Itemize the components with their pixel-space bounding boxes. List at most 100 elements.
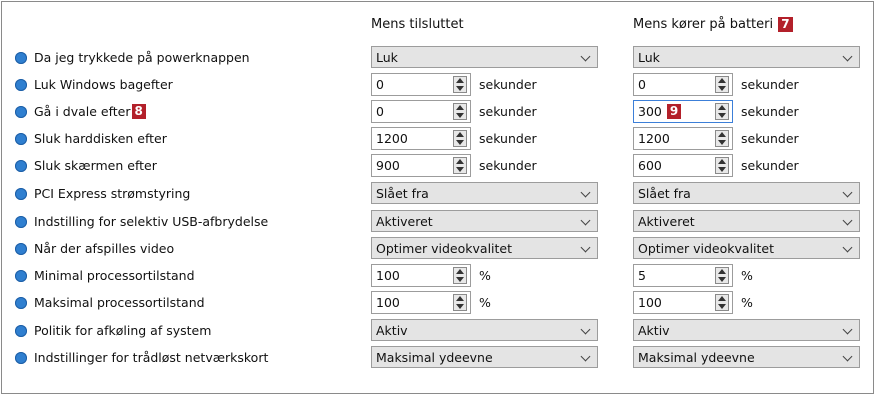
info-icon[interactable] (15, 78, 27, 91)
arrow-up-icon[interactable] (456, 159, 464, 164)
arrow-down-icon[interactable] (456, 86, 464, 91)
callout-badge: 7 (778, 17, 793, 32)
setting-label: Gå i dvale efter 8 (15, 104, 146, 119)
info-icon[interactable] (15, 105, 27, 118)
arrow-down-icon[interactable] (456, 304, 464, 309)
arrow-up-icon[interactable] (718, 159, 726, 164)
cooling-policy-dropdown-plugged-in[interactable]: Aktiv (371, 319, 598, 341)
wireless-adapter-dropdown-battery[interactable]: Maksimal ydeevne (633, 346, 860, 368)
max-processor-input-battery[interactable]: 100 (633, 291, 733, 314)
arrow-down-icon[interactable] (718, 86, 726, 91)
unit-label: % (479, 295, 491, 310)
setting-row-min-processor-state: Minimal processortilstand 100 % 5 % (0, 262, 877, 289)
chevron-down-icon (842, 51, 853, 62)
hard-disk-off-input-battery[interactable]: 1200 (633, 127, 733, 150)
chevron-down-icon (580, 324, 591, 335)
setting-row-cooling-policy: Politik for afkøling af system Aktiv Akt… (0, 317, 877, 344)
arrow-down-icon[interactable] (718, 277, 726, 282)
arrow-down-icon[interactable] (718, 167, 726, 172)
spinner-control[interactable] (715, 267, 729, 284)
spinner-control[interactable] (453, 76, 467, 93)
arrow-up-icon[interactable] (718, 269, 726, 274)
arrow-up-icon[interactable] (456, 105, 464, 110)
unit-label: % (741, 295, 753, 310)
setting-label: Når der afspilles video (15, 241, 174, 256)
arrow-up-icon[interactable] (456, 269, 464, 274)
display-off-input-battery[interactable]: 600 (633, 154, 733, 177)
shutdown-after-input-battery[interactable]: 0 (633, 73, 733, 96)
setting-label: PCI Express strømstyring (15, 186, 190, 201)
spinner-control[interactable] (453, 157, 467, 174)
arrow-down-icon[interactable] (718, 304, 726, 309)
chevron-down-icon (842, 215, 853, 226)
cooling-policy-dropdown-battery[interactable]: Aktiv (633, 319, 860, 341)
setting-row-power-button: Da jeg trykkede på powerknappen Luk Luk (0, 44, 877, 71)
spinner-control[interactable] (715, 103, 729, 120)
info-icon[interactable] (15, 269, 27, 282)
info-icon[interactable] (15, 351, 27, 364)
power-button-dropdown-plugged-in[interactable]: Luk (371, 46, 598, 68)
unit-label: sekunder (741, 104, 799, 119)
setting-label: Da jeg trykkede på powerknappen (15, 50, 250, 65)
setting-row-usb-selective-suspend: Indstilling for selektiv USB-afbrydelse … (0, 208, 877, 235)
arrow-up-icon[interactable] (456, 296, 464, 301)
unit-label: sekunder (479, 131, 537, 146)
min-processor-input-battery[interactable]: 5 (633, 264, 733, 287)
spinner-control[interactable] (715, 130, 729, 147)
video-playback-dropdown-battery[interactable]: Optimer videokvalitet (633, 237, 860, 259)
arrow-up-icon[interactable] (456, 78, 464, 83)
unit-label: sekunder (741, 77, 799, 92)
unit-label: % (741, 268, 753, 283)
unit-label: sekunder (479, 77, 537, 92)
info-icon[interactable] (15, 51, 27, 64)
pci-express-dropdown-plugged-in[interactable]: Slået fra (371, 182, 598, 204)
spinner-control[interactable] (715, 157, 729, 174)
usb-suspend-dropdown-battery[interactable]: Aktiveret (633, 210, 860, 232)
unit-label: sekunder (479, 104, 537, 119)
info-icon[interactable] (15, 159, 27, 172)
hibernate-after-input-battery[interactable]: 300 9 (633, 100, 733, 123)
arrow-down-icon[interactable] (456, 277, 464, 282)
arrow-down-icon[interactable] (456, 167, 464, 172)
hard-disk-off-input-plugged-in[interactable]: 1200 (371, 127, 471, 150)
arrow-down-icon[interactable] (718, 113, 726, 118)
spinner-control[interactable] (453, 130, 467, 147)
arrow-up-icon[interactable] (718, 105, 726, 110)
setting-row-wireless-adapter: Indstillinger for trådløst netværkskort … (0, 344, 877, 371)
info-icon[interactable] (15, 242, 27, 255)
info-icon[interactable] (15, 215, 27, 228)
chevron-down-icon (842, 187, 853, 198)
power-button-dropdown-battery[interactable]: Luk (633, 46, 860, 68)
hibernate-after-input-plugged-in[interactable]: 0 (371, 100, 471, 123)
arrow-up-icon[interactable] (718, 132, 726, 137)
max-processor-input-plugged-in[interactable]: 100 (371, 291, 471, 314)
pci-express-dropdown-battery[interactable]: Slået fra (633, 182, 860, 204)
spinner-control[interactable] (453, 294, 467, 311)
arrow-down-icon[interactable] (456, 113, 464, 118)
display-off-input-plugged-in[interactable]: 900 (371, 154, 471, 177)
info-icon[interactable] (15, 187, 27, 200)
arrow-up-icon[interactable] (718, 296, 726, 301)
wireless-adapter-dropdown-plugged-in[interactable]: Maksimal ydeevne (371, 346, 598, 368)
info-icon[interactable] (15, 132, 27, 145)
column-header-battery: Mens kører på batteri 7 (633, 17, 793, 32)
shutdown-after-input-plugged-in[interactable]: 0 (371, 73, 471, 96)
arrow-down-icon[interactable] (718, 140, 726, 145)
info-icon[interactable] (15, 324, 27, 337)
video-playback-dropdown-plugged-in[interactable]: Optimer videokvalitet (371, 237, 598, 259)
spinner-control[interactable] (453, 267, 467, 284)
setting-label: Politik for afkøling af system (15, 323, 211, 338)
info-icon[interactable] (15, 296, 27, 309)
arrow-up-icon[interactable] (456, 132, 464, 137)
usb-suspend-dropdown-plugged-in[interactable]: Aktiveret (371, 210, 598, 232)
callout-badge: 9 (666, 104, 682, 119)
setting-row-shutdown-after: Luk Windows bagefter 0 sekunder 0 sekund… (0, 71, 877, 98)
spinner-control[interactable] (715, 294, 729, 311)
spinner-control[interactable] (453, 103, 467, 120)
arrow-down-icon[interactable] (456, 140, 464, 145)
chevron-down-icon (580, 242, 591, 253)
spinner-control[interactable] (715, 76, 729, 93)
arrow-up-icon[interactable] (718, 78, 726, 83)
setting-row-display-off: Sluk skærmen efter 900 sekunder 600 seku… (0, 152, 877, 179)
min-processor-input-plugged-in[interactable]: 100 (371, 264, 471, 287)
